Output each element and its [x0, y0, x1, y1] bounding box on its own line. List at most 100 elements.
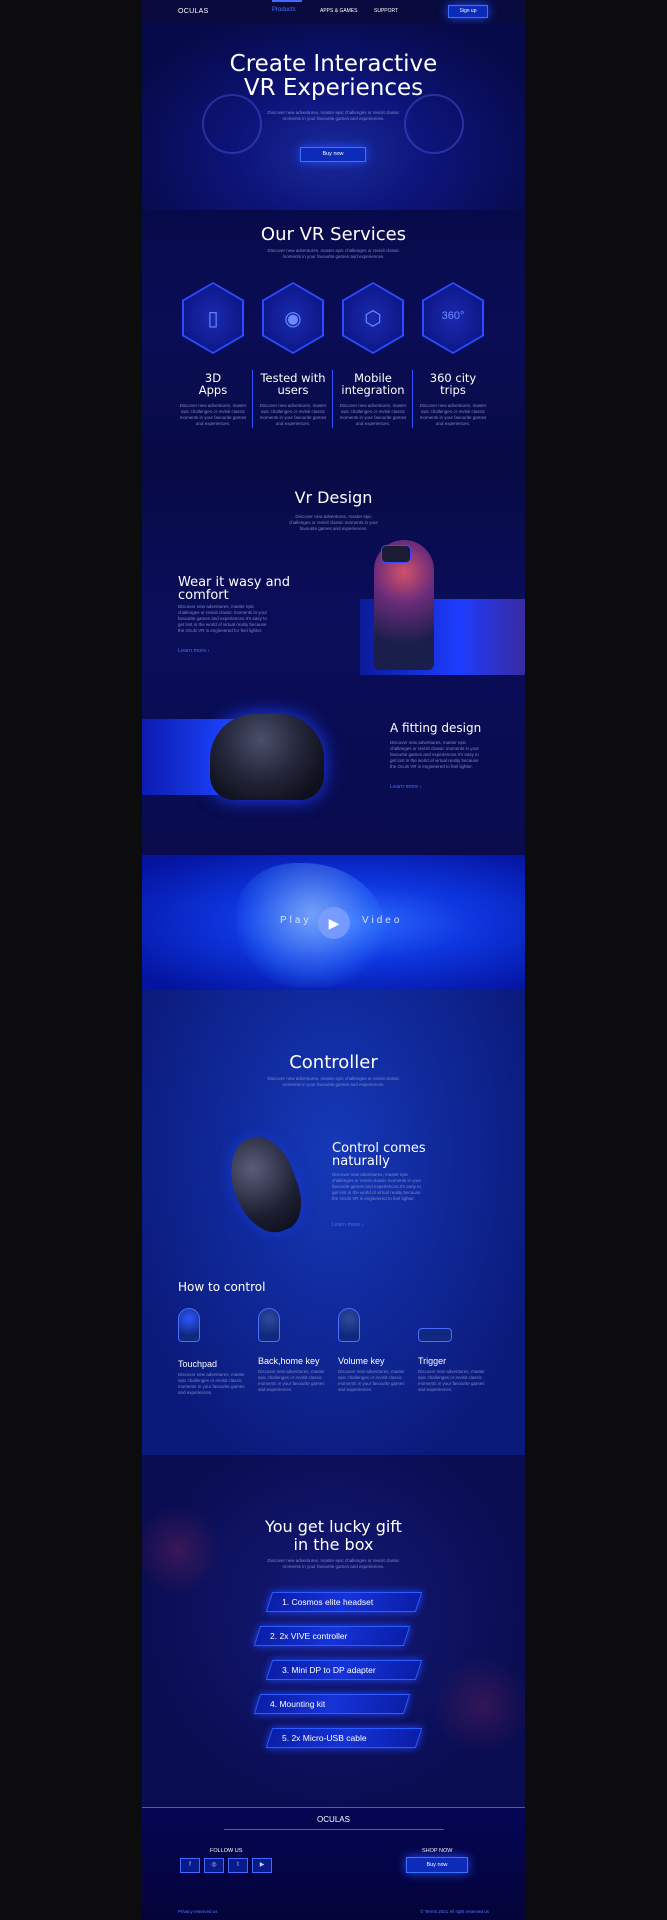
key-text-home: Discover new adventures, master epic cha…	[258, 1369, 325, 1392]
service-hex-2: ◉	[262, 282, 324, 354]
facebook-icon[interactable]: f	[180, 1858, 200, 1873]
landing-page: OCULAS Products APPS & GAMES SUPPORT Sig…	[142, 0, 525, 1920]
play-icon: ▶	[328, 915, 340, 931]
service-divider	[252, 370, 253, 428]
controller-block-title-line2: naturally	[332, 1154, 390, 1169]
360-image-icon: 360°	[441, 310, 465, 322]
privacy-text[interactable]: Privacy reserved us	[178, 1909, 218, 1914]
hero-section: Create Interactive VR Experiences Discov…	[142, 24, 525, 210]
top-nav: OCULAS Products APPS & GAMES SUPPORT Sig…	[142, 0, 525, 24]
vr-headset-image	[381, 545, 411, 563]
controller-learn-more[interactable]: Learn more ›	[332, 1222, 364, 1228]
gift-section: You get lucky gift in the box Discover n…	[142, 1455, 525, 1807]
gift-item-label: 4. Mounting kit	[270, 1699, 326, 1709]
nav-support[interactable]: SUPPORT	[374, 8, 398, 14]
block1-link-label: Learn more	[178, 648, 207, 654]
hero-title-line2: VR Experiences	[243, 75, 424, 101]
key-text-trigger: Discover new adventures, master epic cha…	[418, 1369, 485, 1392]
controller-subtitle-line2: moments in your favourite games and expe…	[282, 1082, 385, 1087]
gift-item: 3. Mini DP to DP adapter	[265, 1660, 423, 1680]
shop-now-label: SHOP NOW	[422, 1848, 453, 1854]
volume-key-icon	[338, 1308, 360, 1342]
follow-us-label: FOLLOW US	[210, 1848, 243, 1854]
footer-logo[interactable]: OCULAS	[142, 1815, 525, 1824]
gift-title: You get lucky gift in the box	[142, 1518, 525, 1554]
chevron-right-icon: ›	[419, 784, 422, 790]
gift-item-label: 5. 2x Micro-USB cable	[282, 1733, 367, 1743]
gift-item-label: 2. 2x VIVE controller	[270, 1631, 348, 1641]
controller-image	[219, 1128, 311, 1242]
video-section: Play ▶ Video	[142, 855, 525, 990]
controller-title: Controller	[289, 1052, 378, 1073]
service-title-4: 360 city trips	[413, 372, 493, 396]
service-hex-1: ▯	[182, 282, 244, 354]
service-title-4-line2: trips	[440, 383, 466, 397]
block2-learn-more[interactable]: Learn more ›	[390, 784, 422, 790]
right-controller-silhouette	[404, 94, 464, 154]
block1-text: Discover new adventures, master epic cha…	[178, 604, 268, 633]
gift-subtitle-line2: moments in your favourite games and expe…	[282, 1564, 385, 1569]
home-key-icon	[258, 1308, 280, 1342]
play-button[interactable]: ▶	[318, 907, 350, 939]
signup-button[interactable]: Sign up	[448, 5, 488, 18]
block1-title: Wear it wasy and comfort	[178, 576, 290, 602]
nav-products[interactable]: Products	[272, 7, 296, 13]
services-subtitle-line2: moments in your favourite games and expe…	[282, 254, 385, 259]
block2-title: A fitting design	[390, 721, 482, 735]
bg-headset-silhouette	[432, 1655, 525, 1755]
controller-section: Controller Discover new adventures, mast…	[142, 990, 525, 1455]
gift-item-label: 1. Cosmos elite headset	[282, 1597, 374, 1607]
service-title-2-line2: users	[277, 383, 309, 397]
footer-top-border	[142, 1807, 525, 1808]
key-text-touchpad: Discover new adventures, master epic cha…	[178, 1372, 245, 1395]
service-hex-4: 360°	[422, 282, 484, 354]
controller-block-title: Control comes naturally	[332, 1142, 426, 1168]
vr-headset-product-image	[210, 714, 324, 800]
block2-link-label: Learn more	[390, 784, 419, 790]
controller-subtitle: Discover new adventures, master epic cha…	[142, 1076, 525, 1088]
services-subtitle: Discover new adventures, master epic cha…	[142, 248, 525, 260]
hero-subtitle-line2: moments in your favourite games and expe…	[282, 116, 385, 121]
service-title-3-line2: integration	[341, 383, 405, 397]
service-title-3: Mobile integration	[333, 372, 413, 396]
gift-title-line2: in the box	[293, 1535, 374, 1554]
key-title-volume: Volume key	[338, 1356, 385, 1366]
services-title: Our VR Services	[260, 224, 407, 245]
service-divider	[412, 370, 413, 428]
cube-rotate-icon: ⬡	[364, 308, 382, 330]
left-controller-silhouette	[202, 94, 262, 154]
service-divider	[332, 370, 333, 428]
logo[interactable]: OCULAS	[178, 8, 209, 15]
service-hex-3: ⬡	[342, 282, 404, 354]
key-title-touchpad: Touchpad	[178, 1359, 218, 1369]
trigger-icon	[418, 1328, 452, 1342]
gift-item: 1. Cosmos elite headset	[265, 1592, 423, 1612]
play-label: Play	[280, 915, 312, 926]
gift-subtitle: Discover new adventures, master epic cha…	[142, 1558, 525, 1570]
design-section: Vr Design Discover new adventures, maste…	[142, 460, 525, 855]
video-label: Video	[362, 915, 403, 926]
key-title-trigger: Trigger	[418, 1356, 447, 1366]
phone-vr-icon: ▯	[207, 308, 219, 330]
hero-title-line1: Create Interactive	[229, 51, 438, 77]
service-text-1: Discover new adventures, master epic cha…	[179, 403, 247, 426]
footer-buy-button[interactable]: Buy now	[406, 1857, 468, 1873]
instagram-icon[interactable]: ◎	[204, 1858, 224, 1873]
hero-subtitle: Discover new adventures, master epic cha…	[142, 110, 525, 122]
gift-title-line1: You get lucky gift	[265, 1517, 402, 1536]
controller-link-label: Learn more	[332, 1222, 361, 1228]
block2-text: Discover new adventures, master epic cha…	[390, 740, 480, 769]
block1-learn-more[interactable]: Learn more ›	[178, 648, 210, 654]
hero-buy-button[interactable]: Buy now	[300, 147, 366, 162]
how-to-control-title: How to control	[178, 1280, 266, 1294]
service-title-1-line2: Apps	[198, 383, 228, 397]
copyright-text: © Terms 2021 All right reserved us	[420, 1909, 489, 1914]
hero-title: Create Interactive VR Experiences	[142, 52, 525, 100]
headset-user-icon: ◉	[284, 308, 302, 330]
nav-apps-games[interactable]: APPS & GAMES	[320, 8, 358, 14]
services-section: Our VR Services Discover new adventures,…	[142, 210, 525, 460]
block1-title-line2: comfort	[178, 588, 229, 603]
youtube-icon[interactable]: ▶	[252, 1858, 272, 1873]
footer-connector-line	[224, 1829, 444, 1830]
twitter-icon[interactable]: t	[228, 1858, 248, 1873]
